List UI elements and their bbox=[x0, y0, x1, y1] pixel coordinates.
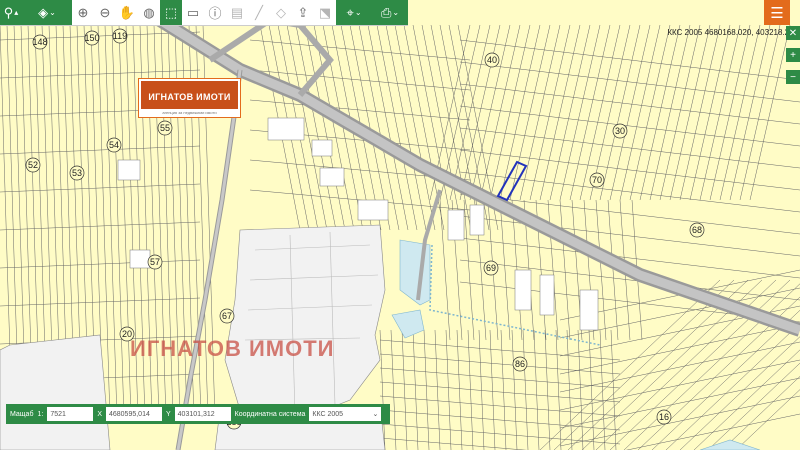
upload-icon: ⇪ bbox=[297, 4, 309, 20]
menu-button[interactable]: ☰ bbox=[764, 0, 790, 25]
plot-number-label: 86 bbox=[515, 359, 525, 369]
coordinate-bar: Мащаб 1: 7521 X 4680595,014 Y 403101,312… bbox=[6, 404, 390, 424]
plot-number-label: 55 bbox=[160, 123, 170, 133]
clear-button[interactable]: ◇ bbox=[270, 0, 292, 25]
print-button[interactable]: ⎙ ⌄ bbox=[372, 0, 408, 25]
deselect-icon: ▭ bbox=[186, 4, 200, 20]
scale-prefix: 1: bbox=[37, 410, 44, 418]
chevron-down-icon: ⌄ bbox=[372, 411, 379, 418]
plot-number-label: 70 bbox=[592, 175, 602, 185]
zoom-minus-icon[interactable]: − bbox=[786, 70, 800, 84]
plot-number-label: 16 bbox=[659, 412, 669, 422]
coordinate-system-value: ККС 2005 bbox=[312, 410, 344, 418]
zoom-out-icon: ⊖ bbox=[99, 4, 111, 20]
y-coordinate-field[interactable]: 403101,312 bbox=[174, 407, 231, 421]
zoom-in-icon: ⊕ bbox=[77, 4, 89, 20]
ruler-icon: ╱ bbox=[255, 4, 263, 20]
document-icon: ▤ bbox=[230, 4, 244, 20]
plot-number-label: 53 bbox=[72, 168, 82, 178]
globe-icon: ◍ bbox=[143, 4, 155, 20]
caret-down-icon: ▴ bbox=[14, 8, 19, 17]
menu-icon: ☰ bbox=[770, 4, 784, 22]
zoom-plus-icon[interactable]: + bbox=[786, 48, 800, 62]
scale-label: Мащаб bbox=[10, 410, 34, 418]
scale-input[interactable]: 7521 bbox=[47, 407, 94, 421]
report-button[interactable]: ▤ bbox=[226, 0, 248, 25]
logo-text: ИГНАТОВ ИМОТИ bbox=[148, 92, 231, 102]
chevron-down-icon: ⌄ bbox=[392, 8, 400, 17]
print-icon: ⎙ bbox=[380, 4, 392, 20]
x-coordinate-field[interactable]: 4680595,014 bbox=[105, 407, 162, 421]
cadastral-map[interactable]: 1501194014855545253307068576967208616288 bbox=[0, 0, 800, 450]
globe-button[interactable]: ◍ bbox=[138, 0, 160, 25]
zoom-out-button[interactable]: ⊖ bbox=[94, 0, 116, 25]
map-toolbar: ⚲ ▴ ◈ ⌄ ⊕ ⊖ ✋ ◍ ⬚ ▭ ⓘ ▤ ╱ ◇ ⇪ ⬔ ⌖ ⌄ ⎙ ⌄ bbox=[0, 0, 408, 26]
layers-button[interactable]: ◈ ⌄ bbox=[22, 0, 72, 25]
system-label: Координатна система bbox=[234, 410, 306, 418]
zoom-in-button[interactable]: ⊕ bbox=[72, 0, 94, 25]
brand-logo: ИГНАТОВ ИМОТИ агенция за недвижими имоти bbox=[138, 78, 241, 118]
close-icon[interactable]: ✕ bbox=[786, 26, 800, 40]
chevron-down-icon: ⌄ bbox=[49, 8, 56, 17]
coordinates-readout: ККС 2005 4680168.020, 403218.255 bbox=[667, 28, 798, 37]
search-icon: ⚲ bbox=[3, 4, 14, 20]
location-icon: ⌖ bbox=[346, 4, 354, 20]
select-area-button[interactable]: ⬚ bbox=[160, 0, 182, 25]
chevron-down-icon: ⌄ bbox=[354, 8, 362, 17]
plot-number-label: 52 bbox=[28, 160, 38, 170]
plot-number-label: 57 bbox=[150, 257, 160, 267]
coordinate-system-select[interactable]: ККС 2005 ⌄ bbox=[309, 407, 382, 421]
deselect-button[interactable]: ▭ bbox=[182, 0, 204, 25]
hand-icon: ✋ bbox=[118, 4, 136, 20]
plot-number-label: 40 bbox=[487, 55, 497, 65]
info-icon: ⓘ bbox=[208, 6, 222, 21]
plot-number-label: 119 bbox=[113, 31, 127, 41]
crop-button[interactable]: ⬔ bbox=[314, 0, 336, 25]
select-area-icon: ⬚ bbox=[164, 4, 178, 20]
watermark: ИГНАТОВ ИМОТИ bbox=[130, 336, 335, 361]
logo-subtitle: агенция за недвижими имоти bbox=[162, 110, 217, 115]
plot-number-label: 30 bbox=[615, 126, 625, 136]
plot-number-label: 69 bbox=[486, 263, 496, 273]
location-button[interactable]: ⌖ ⌄ bbox=[336, 0, 372, 25]
crop-icon: ⬔ bbox=[318, 4, 332, 20]
plot-number-label: 54 bbox=[109, 140, 119, 150]
layers-icon: ◈ bbox=[38, 4, 49, 20]
measure-button[interactable]: ╱ bbox=[248, 0, 270, 25]
y-label: Y bbox=[165, 410, 171, 418]
pan-button[interactable]: ✋ bbox=[116, 0, 138, 25]
plot-number-label: 68 bbox=[692, 225, 702, 235]
eraser-icon: ◇ bbox=[276, 4, 286, 20]
plot-number-label: 148 bbox=[32, 37, 47, 47]
plot-number-label: 67 bbox=[222, 311, 232, 321]
plot-number-label: 150 bbox=[84, 33, 99, 43]
info-button[interactable]: ⓘ bbox=[204, 0, 226, 25]
search-button[interactable]: ⚲ ▴ bbox=[0, 0, 22, 25]
x-label: X bbox=[97, 410, 102, 418]
upload-button[interactable]: ⇪ bbox=[292, 0, 314, 25]
side-controls: ✕ + − bbox=[786, 26, 800, 186]
